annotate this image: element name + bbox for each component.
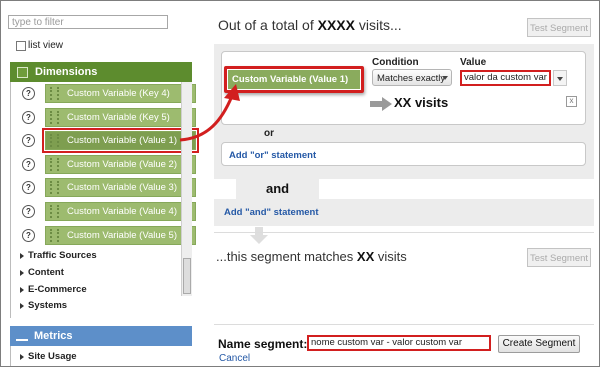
drag-handle-icon[interactable] (50, 110, 59, 124)
divider (214, 232, 594, 233)
scrollbar-thumb[interactable] (183, 258, 191, 294)
dimensions-header[interactable]: Dimensions (10, 62, 192, 82)
test-segment-button-bottom[interactable]: Test Segment (527, 248, 591, 267)
list-view-checkbox[interactable] (16, 40, 26, 51)
matches-prefix: ...this segment matches (216, 249, 354, 264)
matches-value: XX (356, 249, 375, 264)
category-site-usage[interactable]: Site Usage (20, 351, 77, 362)
chevron-down-icon (442, 76, 448, 80)
help-icon[interactable]: ? (22, 157, 35, 171)
category-traffic-sources[interactable]: Traffic Sources (20, 250, 97, 261)
help-icon[interactable]: ? (22, 205, 35, 218)
expand-arrow-icon (20, 252, 24, 259)
dimension-chip-button[interactable]: Custom Variable (Value 2) (45, 154, 196, 174)
category-systems[interactable]: Systems (20, 300, 67, 311)
category-label: Systems (28, 300, 68, 311)
value-input[interactable]: valor da custom var (460, 70, 551, 86)
result-arrow-icon (370, 97, 392, 111)
page-title: Out of a total of XXXX visits... (218, 17, 402, 33)
category-e-commerce[interactable]: E-Commerce (20, 284, 87, 295)
dimension-label: Custom Variable (Value 2) (67, 158, 178, 170)
value-label: Value (460, 57, 487, 68)
dimension-item[interactable]: ? Custom Variable (Value 4) (20, 202, 196, 221)
list-view-label: list view (28, 40, 64, 51)
create-segment-button[interactable]: Create Segment (498, 335, 580, 353)
drag-handle-icon[interactable] (50, 134, 59, 148)
help-icon[interactable]: ? (22, 87, 35, 100)
dimension-chip-button[interactable]: Custom Variable (Value 3) (45, 178, 196, 198)
condition-visits-count: XX visits (394, 95, 449, 110)
or-label: or (264, 128, 274, 139)
test-segment-button-top[interactable]: Test Segment (527, 18, 591, 37)
dimension-item[interactable]: ? Custom Variable (Key 4) (20, 84, 196, 103)
dimension-chip-button[interactable]: Custom Variable (Value 4) (45, 202, 196, 221)
dimension-label: Custom Variable (Key 4) (67, 88, 170, 99)
dimension-item[interactable]: ? Custom Variable (Value 1) (20, 128, 199, 154)
dimensions-scrollbar[interactable] (181, 82, 192, 296)
drag-handle-icon[interactable] (50, 181, 59, 195)
segment-matches-text: ...this segment matches XX visits (216, 249, 407, 264)
divider (214, 324, 594, 325)
dimension-item[interactable]: ? Custom Variable (Value 5) (20, 225, 196, 245)
title-suffix: visits... (358, 17, 402, 33)
list-view-toggle[interactable]: list view (16, 40, 63, 51)
expand-arrow-icon (20, 286, 24, 293)
dimension-item[interactable]: ? Custom Variable (Key 5) (20, 107, 196, 127)
dimension-label: Custom Variable (Value 3) (67, 182, 178, 194)
dimension-item[interactable]: ? Custom Variable (Value 2) (20, 154, 196, 174)
dimension-label: Custom Variable (Key 5) (67, 111, 170, 123)
dimension-chip-button[interactable]: Custom Variable (Value 5) (45, 225, 196, 245)
category-label: Site Usage (28, 351, 77, 362)
dimension-chip-button[interactable]: Custom Variable (Key 5) (45, 107, 196, 127)
and-label: and (266, 181, 290, 196)
expand-arrow-icon (20, 353, 24, 360)
cancel-link[interactable]: Cancel (219, 353, 250, 364)
dimension-chip[interactable]: Custom Variable (Value 1) (228, 70, 360, 89)
condition-label: Condition (372, 57, 419, 68)
drag-handle-icon[interactable] (50, 157, 59, 171)
help-icon[interactable]: ? (22, 228, 35, 242)
dimension-chip-button[interactable]: Custom Variable (Key 4) (45, 84, 196, 103)
dimension-label: Custom Variable (Value 4) (67, 206, 178, 217)
drag-handle-icon[interactable] (50, 205, 59, 218)
metrics-header[interactable]: Metrics (10, 326, 192, 346)
name-segment-label: Name segment: (218, 337, 308, 351)
dimensions-icon (17, 66, 28, 78)
add-and-statement-link[interactable]: Add "and" statement (224, 207, 319, 218)
expand-arrow-icon (20, 302, 24, 309)
filter-input[interactable]: type to filter (8, 15, 168, 29)
category-label: E-Commerce (28, 284, 87, 295)
category-label: Traffic Sources (28, 250, 97, 261)
help-icon[interactable]: ? (22, 181, 35, 195)
chevron-down-icon (557, 77, 563, 81)
help-icon[interactable]: ? (22, 134, 35, 148)
segment-name-input[interactable]: nome custom var - valor custom var (307, 335, 491, 351)
drag-handle-icon[interactable] (50, 228, 59, 242)
dimension-label: Custom Variable (Value 5) (67, 229, 178, 241)
condition-selected-value: Matches exactly (377, 73, 446, 84)
metrics-title: Metrics (34, 330, 73, 342)
condition-select[interactable]: Matches exactly (372, 69, 452, 86)
dimensions-title: Dimensions (35, 66, 98, 78)
dimension-label: Custom Variable (Value 1) (67, 135, 178, 147)
title-value: XXXX (317, 17, 355, 33)
expand-arrow-icon (20, 269, 24, 276)
value-dropdown-button[interactable] (553, 70, 567, 86)
category-label: Content (28, 267, 64, 278)
down-arrow-icon (250, 227, 268, 244)
dimension-item[interactable]: ? Custom Variable (Value 3) (20, 178, 196, 198)
help-icon[interactable]: ? (22, 110, 35, 124)
title-prefix: Out of a total of (218, 17, 314, 33)
metrics-icon (16, 331, 28, 341)
matches-suffix: visits (377, 249, 407, 264)
drag-handle-icon[interactable] (50, 87, 59, 100)
add-or-statement-link[interactable]: Add "or" statement (229, 150, 316, 161)
category-content[interactable]: Content (20, 267, 64, 278)
dimension-chip-button[interactable]: Custom Variable (Value 1) (42, 128, 199, 154)
remove-condition-icon[interactable]: x (566, 96, 577, 107)
